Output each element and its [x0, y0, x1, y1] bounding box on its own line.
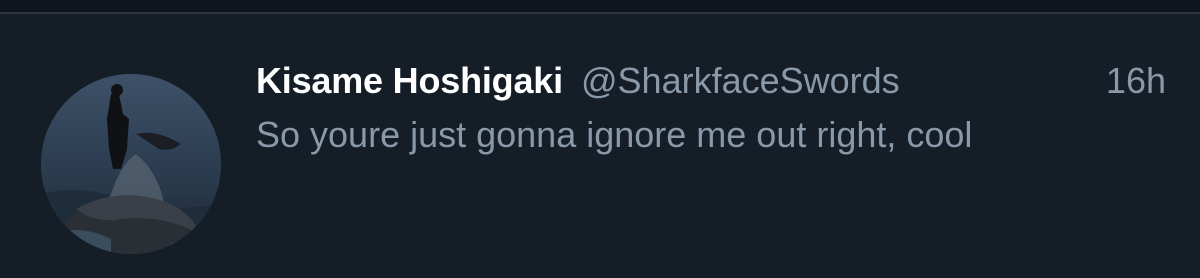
display-name[interactable]: Kisame Hoshigaki	[256, 60, 563, 102]
avatar[interactable]	[41, 74, 221, 254]
top-divider	[0, 0, 1200, 14]
tweet-header: Kisame Hoshigaki @SharkfaceSwords 16h	[256, 60, 1166, 104]
tweet-card[interactable]: Kisame Hoshigaki @SharkfaceSwords 16h So…	[0, 14, 1200, 278]
avatar-image	[41, 74, 221, 254]
user-handle[interactable]: @SharkfaceSwords	[581, 60, 900, 102]
tweet-text: So youre just gonna ignore me out right,…	[256, 114, 973, 155]
timestamp[interactable]: 16h	[1106, 60, 1166, 102]
